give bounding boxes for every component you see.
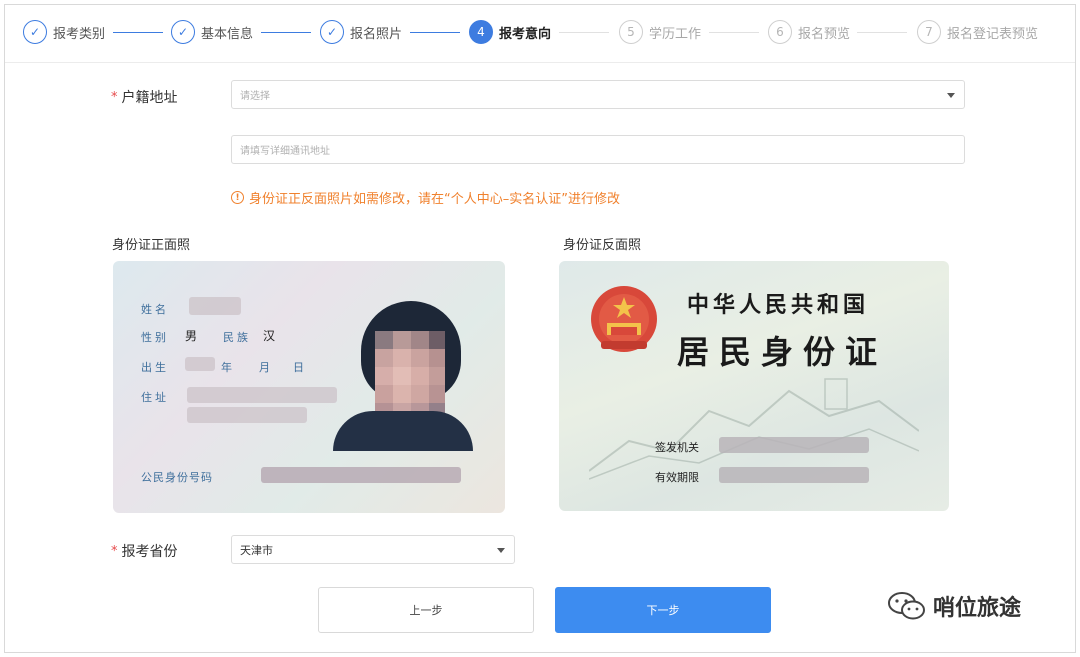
day-label: 日 — [293, 361, 307, 374]
province-select[interactable]: 天津市 — [231, 535, 515, 564]
caret-down-icon — [947, 92, 955, 98]
address-label: 住址 — [141, 391, 169, 404]
portrait-shoulders — [333, 411, 473, 451]
step-intention[interactable]: 4 报考意向 — [469, 19, 551, 45]
redacted-id-number — [261, 467, 461, 483]
step-number: 6 — [768, 20, 792, 44]
ethnicity-value: 汉 — [263, 329, 276, 343]
watermark-text: 哨位旅途 — [933, 596, 1022, 621]
progress-stepper: ✓ 报考类别 ✓ 基本信息 ✓ 报名照片 4 报考意向 5 学历工作 6 报名预… — [5, 5, 1075, 63]
step-label: 报考意向 — [499, 26, 552, 42]
gender-label: 性别 — [141, 331, 169, 344]
name-label: 姓名 — [141, 303, 169, 316]
caret-down-icon — [497, 547, 505, 553]
step-number: 5 — [619, 20, 643, 44]
household-address-select[interactable]: 请选择 — [231, 80, 965, 109]
prev-step-button[interactable]: 上一步 — [318, 587, 534, 633]
id-back-title-line2: 居民身份证 — [677, 333, 888, 371]
id-card-back-image: 中华人民共和国 居民身份证 签发机关 有效期限 — [559, 261, 949, 511]
registration-form-panel: ✓ 报考类别 ✓ 基本信息 ✓ 报名照片 4 报考意向 5 学历工作 6 报名预… — [4, 4, 1076, 653]
ethnicity-label: 民族 — [223, 331, 251, 344]
birth-label: 出生 — [141, 361, 169, 374]
required-mark: * — [111, 89, 118, 105]
check-icon: ✓ — [171, 20, 195, 44]
step-connector — [261, 32, 311, 33]
validity-label: 有效期限 — [655, 471, 699, 484]
redacted-name — [189, 297, 241, 315]
step-form-preview[interactable]: 7 报名登记表预览 — [917, 19, 1038, 45]
detail-address-input[interactable]: 请填写详细通讯地址 — [231, 135, 965, 164]
step-label: 报考类别 — [53, 26, 106, 42]
step-label: 报名登记表预览 — [947, 26, 1039, 42]
id-back-title-line1: 中华人民共和国 — [687, 292, 870, 318]
step-photo[interactable]: ✓ 报名照片 — [320, 19, 402, 45]
watermark: 哨位旅途 — [887, 589, 1021, 623]
step-connector — [113, 32, 163, 33]
id-front-title: 身份证正面照 — [112, 238, 191, 253]
input-placeholder: 请填写详细通讯地址 — [240, 146, 330, 157]
step-connector — [709, 32, 759, 33]
redacted-validity — [719, 467, 869, 483]
month-label: 月 — [259, 361, 273, 374]
household-address-label: * 户籍地址 — [111, 87, 178, 107]
check-icon: ✓ — [23, 20, 47, 44]
step-number: 7 — [917, 20, 941, 44]
household-label-text: 户籍地址 — [121, 90, 178, 106]
step-label: 报名预览 — [798, 26, 851, 42]
warning-icon: ! — [231, 191, 244, 204]
step-connector — [410, 32, 460, 33]
issuer-label: 签发机关 — [655, 441, 699, 454]
step-connector — [857, 32, 907, 33]
step-category[interactable]: ✓ 报考类别 — [23, 19, 105, 45]
step-label: 报名照片 — [350, 26, 403, 42]
national-emblem-icon — [591, 286, 657, 352]
id-card-front-image: 姓名 性别 男 民族 汉 出生 年 月 日 住址 公民身份号码 — [113, 261, 505, 513]
step-number: 4 — [469, 20, 493, 44]
province-label: * 报考省份 — [111, 541, 178, 561]
province-label-text: 报考省份 — [121, 544, 178, 560]
id-number-label: 公民身份号码 — [141, 471, 213, 484]
redacted-birth-year — [185, 357, 215, 371]
redacted-issuer — [719, 437, 869, 453]
select-placeholder: 请选择 — [240, 91, 270, 102]
wechat-icon — [888, 592, 925, 620]
redacted-address-2 — [187, 407, 307, 423]
great-wall-illustration — [589, 378, 919, 480]
id-back-title: 身份证反面照 — [563, 238, 642, 253]
notice-text: 身份证正反面照片如需修改，请在“个人中心–实名认证”进行修改 — [249, 192, 620, 207]
gender-value: 男 — [185, 329, 198, 343]
step-label: 基本信息 — [201, 26, 254, 42]
check-icon: ✓ — [320, 20, 344, 44]
required-mark: * — [111, 543, 118, 559]
step-preview[interactable]: 6 报名预览 — [768, 19, 850, 45]
step-education-work[interactable]: 5 学历工作 — [619, 19, 701, 45]
step-connector — [559, 32, 609, 33]
step-basic-info[interactable]: ✓ 基本信息 — [171, 19, 253, 45]
redacted-address-1 — [187, 387, 337, 403]
province-value: 天津市 — [240, 543, 273, 557]
next-step-button[interactable]: 下一步 — [555, 587, 771, 633]
photo-edit-notice: ! 身份证正反面照片如需修改，请在“个人中心–实名认证”进行修改 — [231, 188, 620, 207]
year-label: 年 — [221, 361, 235, 374]
step-label: 学历工作 — [649, 26, 702, 42]
